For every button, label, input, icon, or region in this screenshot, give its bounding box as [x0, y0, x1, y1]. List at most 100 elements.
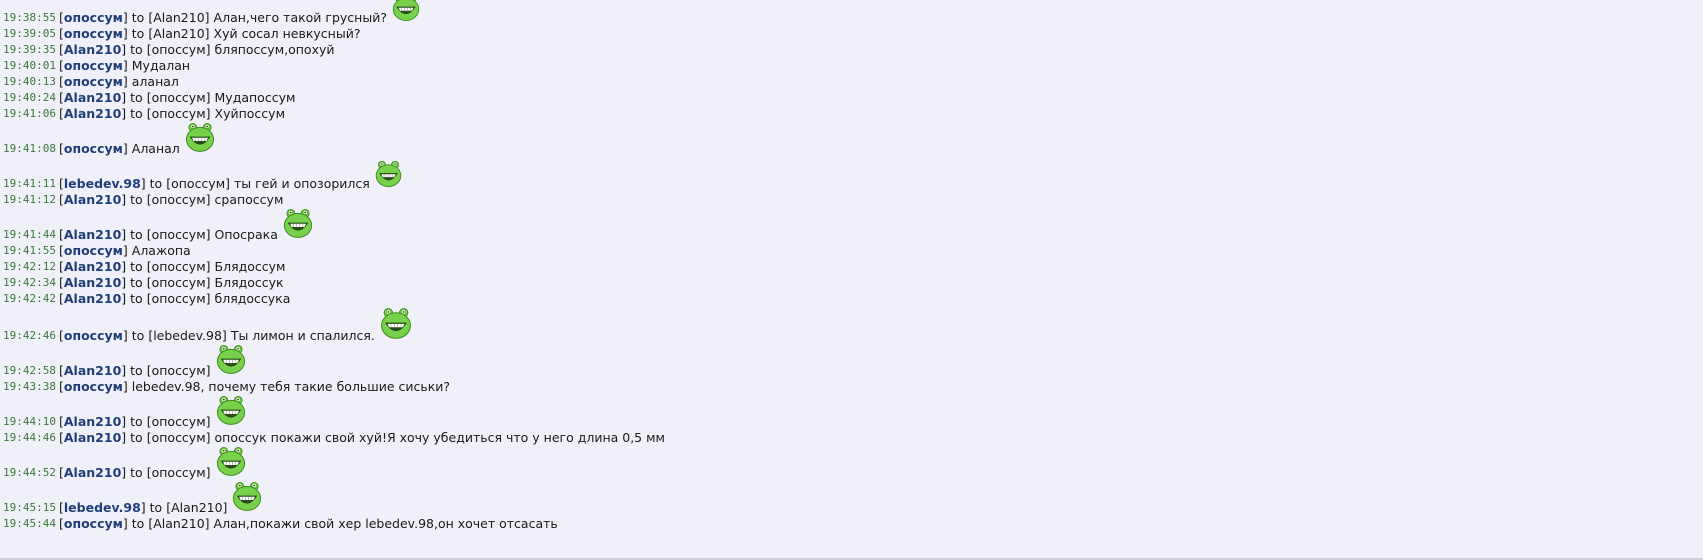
- chat-message: 19:42:58[Alan210] to [опоссум]: [3, 344, 1703, 379]
- recipient-nick[interactable]: [опоссум]: [147, 90, 211, 106]
- sender-nick[interactable]: опоссум: [64, 74, 123, 90]
- to-word: to: [130, 414, 143, 429]
- recipient-nick[interactable]: [опоссум]: [147, 42, 211, 58]
- message-time: 19:45:15: [3, 501, 56, 514]
- chat-message: 19:41:44[Alan210] to [опоссум] Опосрака: [3, 208, 1703, 243]
- message-time: 19:40:24: [3, 91, 56, 104]
- recipient-nick[interactable]: [опоссум]: [147, 106, 211, 122]
- laughing-frog-smiley-icon: [215, 394, 247, 430]
- sender-nick[interactable]: Alan210: [64, 90, 121, 106]
- sender-nick[interactable]: Alan210: [64, 430, 121, 446]
- recipient-nick[interactable]: [опоссум]: [147, 192, 211, 208]
- recipient-nick[interactable]: [опоссум]: [147, 291, 211, 307]
- to-word: to: [130, 465, 143, 480]
- message-time: 19:42:46: [3, 329, 56, 342]
- recipient-nick[interactable]: [опоссум]: [147, 259, 211, 275]
- recipient-nick[interactable]: [Alan210]: [148, 516, 209, 532]
- message-text: Аланал: [131, 141, 180, 156]
- chat-message: 19:45:15[lebedev.98] to [Alan210]: [3, 481, 1703, 516]
- chat-message: 19:42:34[Alan210] to [опоссум] Блядоссук: [3, 275, 284, 291]
- recipient-nick[interactable]: [опоссум]: [147, 430, 211, 446]
- sender-nick[interactable]: опоссум: [64, 10, 123, 26]
- chat-message: 19:42:12[Alan210] to [опоссум] Блядоссум: [3, 259, 286, 275]
- message-time: 19:44:10: [3, 415, 56, 428]
- sender-nick[interactable]: lebedev.98: [64, 176, 141, 192]
- sender-nick[interactable]: Alan210: [64, 363, 121, 379]
- sender-nick[interactable]: Alan210: [64, 106, 121, 122]
- chat-message: 19:41:06[Alan210] to [опоссум] Хуйпоссум: [3, 106, 285, 122]
- chat-message: 19:44:52[Alan210] to [опоссум]: [3, 446, 1703, 481]
- message-text: блядоссука: [214, 291, 291, 306]
- message-text: Алан,покажи свой хер lebedev.98,он хочет…: [213, 516, 558, 531]
- recipient-nick[interactable]: [опоссум]: [147, 275, 211, 291]
- sender-nick[interactable]: опоссум: [64, 141, 123, 157]
- to-word: to: [130, 259, 143, 274]
- message-text: Ты лимон и спалился.: [230, 328, 375, 343]
- message-text: Опосрака: [214, 227, 278, 242]
- to-word: to: [131, 516, 145, 531]
- chat-message: 19:43:38[опоссум] lebedev.98, почему тебя…: [3, 379, 451, 395]
- chat-message: 19:41:08[опоссум] Аланал: [3, 122, 1703, 157]
- chat-message: 19:41:11[lebedev.98] to [опоссум] ты гей и …: [3, 157, 1703, 192]
- message-text: ты гей и опозорился: [234, 176, 370, 191]
- sender-nick[interactable]: опоссум: [64, 243, 123, 259]
- sender-nick[interactable]: Alan210: [64, 227, 121, 243]
- chat-message: 19:41:55[опоссум] Алажопа: [3, 243, 191, 259]
- recipient-nick[interactable]: [Alan210]: [166, 500, 227, 516]
- to-word: to: [130, 42, 143, 57]
- chat-message: 19:39:35[Alan210] to [опоссум] бляпоссум,оп…: [3, 42, 335, 58]
- chat-window: { "rows": [ {"time":"19:38:55","from":"о…: [0, 0, 1703, 560]
- to-word: to: [130, 106, 143, 121]
- recipient-nick[interactable]: [опоссум]: [147, 363, 211, 379]
- chat-log: 19:38:55[опоссум] to [Alan210] Алан,чего та…: [3, 0, 1703, 532]
- sender-nick[interactable]: опоссум: [64, 26, 123, 42]
- chat-message: 19:45:44[опоссум] to [Alan210] Алан,покажи …: [3, 516, 558, 532]
- laughing-frog-smiley-icon: [215, 343, 247, 379]
- recipient-nick[interactable]: [Alan210]: [148, 26, 209, 42]
- message-time: 19:42:58: [3, 364, 56, 377]
- message-time: 19:42:12: [3, 260, 56, 273]
- message-text: Мудапоссум: [214, 90, 296, 105]
- sender-nick[interactable]: опоссум: [64, 58, 123, 74]
- recipient-nick[interactable]: [опоссум]: [166, 176, 230, 192]
- recipient-nick[interactable]: [опоссум]: [147, 414, 211, 430]
- sender-nick[interactable]: Alan210: [64, 465, 121, 481]
- sender-nick[interactable]: Alan210: [64, 192, 121, 208]
- sender-nick[interactable]: Alan210: [64, 414, 121, 430]
- chat-message: 19:40:24[Alan210] to [опоссум] Мудапоссум: [3, 90, 296, 106]
- to-word: to: [131, 10, 145, 25]
- to-word: to: [130, 227, 143, 242]
- message-time: 19:40:13: [3, 75, 56, 88]
- chat-message: 19:40:01[опоссум] Мудалан: [3, 58, 191, 74]
- sender-nick[interactable]: Alan210: [64, 275, 121, 291]
- message-time: 19:42:42: [3, 292, 56, 305]
- to-word: to: [130, 275, 143, 290]
- to-word: to: [130, 291, 143, 306]
- message-text: Алажопа: [131, 243, 191, 258]
- message-time: 19:38:55: [3, 11, 56, 24]
- recipient-nick[interactable]: [опоссум]: [147, 465, 211, 481]
- message-time: 19:42:34: [3, 276, 56, 289]
- recipient-nick[interactable]: [lebedev.98]: [148, 328, 226, 344]
- message-time: 19:45:44: [3, 517, 56, 530]
- message-text: аланал: [131, 74, 179, 89]
- sender-nick[interactable]: опоссум: [64, 516, 123, 532]
- sender-nick[interactable]: lebedev.98: [64, 500, 141, 516]
- message-time: 19:44:52: [3, 466, 56, 479]
- chat-message: 19:38:55[опоссум] to [Alan210] Алан,чего та…: [3, 0, 1703, 26]
- recipient-nick[interactable]: [опоссум]: [147, 227, 211, 243]
- recipient-nick[interactable]: [Alan210]: [148, 10, 209, 26]
- sender-nick[interactable]: Alan210: [64, 291, 121, 307]
- sender-nick[interactable]: Alan210: [64, 42, 121, 58]
- chat-message: 19:39:05[опоссум] to [Alan210] Хуй сосал не…: [3, 26, 361, 42]
- to-word: to: [149, 500, 163, 515]
- sender-nick[interactable]: опоссум: [64, 328, 123, 344]
- message-time: 19:40:01: [3, 59, 56, 72]
- sender-nick[interactable]: Alan210: [64, 259, 121, 275]
- message-text: lebedev.98, почему тебя такие большие си…: [131, 379, 451, 394]
- message-text: опоссук покажи свой хуй!Я хочу убедиться…: [214, 430, 665, 445]
- sender-nick[interactable]: опоссум: [64, 379, 123, 395]
- message-text: Хуйпоссум: [214, 106, 285, 121]
- laughing-frog-smiley-icon: [374, 159, 403, 192]
- message-text: Блядоссум: [214, 259, 286, 274]
